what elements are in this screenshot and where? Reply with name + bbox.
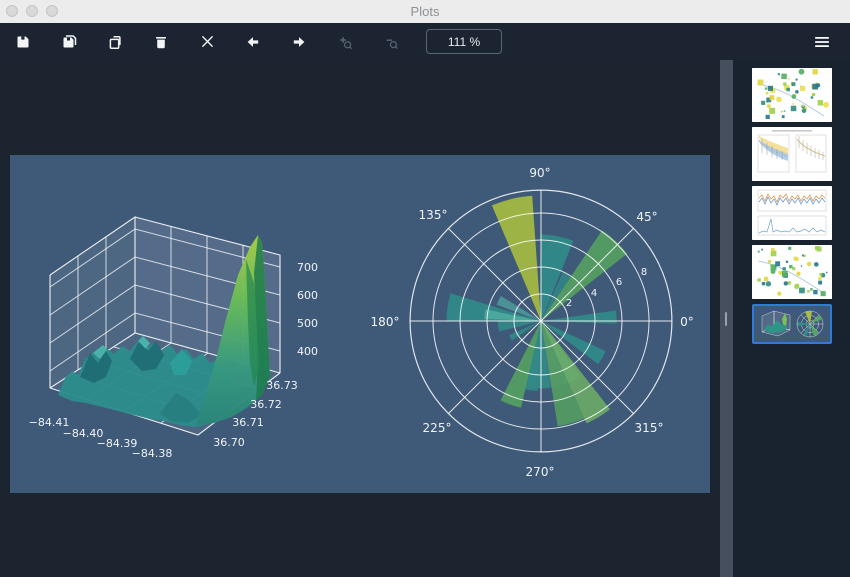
angle-label: 0° [680, 315, 694, 329]
radial-tick-label: 2 [566, 298, 572, 309]
radial-tick-label: 6 [616, 277, 622, 288]
trash-icon [153, 34, 169, 50]
angle-label: 225° [423, 421, 452, 435]
angle-label: 315° [635, 421, 664, 435]
zoom-out-button[interactable] [368, 23, 414, 60]
plot-thumbnail-error-bands[interactable] [752, 127, 832, 181]
current-plot-image: 700 600 500 400 36.73 36.72 36.71 36.70 … [10, 155, 710, 493]
window-title: Plots [0, 0, 850, 23]
window-titlebar: Plots [0, 0, 850, 23]
angle-label: 135° [419, 208, 448, 222]
copy-button[interactable] [92, 23, 138, 60]
y-tick-label: 36.73 [266, 379, 298, 392]
next-plot-button[interactable] [276, 23, 322, 60]
copy-icon [107, 34, 123, 50]
floppy-multiple-icon [61, 33, 78, 50]
zoom-level-input[interactable] [426, 29, 502, 54]
y-tick-label: 36.72 [250, 398, 282, 411]
zoom-in-icon [337, 34, 353, 50]
y-tick-label: 36.71 [232, 416, 264, 429]
polar-bar-plot: 0° 45° 90° 135° 180° 225° 270° 315° 2 4 … [370, 155, 710, 485]
error-band-thumbnail-image [752, 127, 832, 181]
delete-all-button[interactable] [184, 23, 230, 60]
menu-button[interactable] [807, 27, 837, 57]
pane-divider[interactable] [720, 60, 733, 577]
y-tick-label: 36.70 [213, 436, 245, 449]
angle-label: 90° [529, 166, 550, 180]
delete-button[interactable] [138, 23, 184, 60]
zoom-in-button[interactable] [322, 23, 368, 60]
plot-thumbnail-scatter-2[interactable] [752, 245, 832, 299]
zoom-out-icon [383, 34, 399, 50]
save-all-button[interactable] [46, 23, 92, 60]
time-series-thumbnail-image [752, 186, 832, 240]
radial-tick-label: 8 [641, 267, 647, 278]
plot-thumbnail-selected[interactable] [752, 304, 832, 344]
x-tick-label: −84.38 [132, 447, 173, 460]
floppy-icon [15, 34, 31, 50]
angle-label: 180° [371, 315, 400, 329]
content-area: 700 600 500 400 36.73 36.72 36.71 36.70 … [0, 60, 850, 577]
plots-window: Plots [0, 0, 850, 577]
plot-thumbnail-scatter-1[interactable] [752, 68, 832, 122]
z-tick-label: 600 [297, 289, 318, 302]
previous-plot-button[interactable] [230, 23, 276, 60]
arrow-left-icon [245, 34, 261, 50]
z-tick-label: 400 [297, 345, 318, 358]
save-button[interactable] [0, 23, 46, 60]
thumbnail-sidebar [733, 60, 850, 577]
scatter-thumbnail-image [752, 245, 832, 299]
angle-label: 45° [636, 210, 657, 224]
arrow-right-icon [291, 34, 307, 50]
radial-tick-label: 4 [591, 288, 597, 299]
scatter-thumbnail-image [752, 68, 832, 122]
hamburger-menu-icon [814, 35, 830, 49]
angle-label: 270° [526, 465, 555, 479]
plot-canvas: 700 600 500 400 36.73 36.72 36.71 36.70 … [0, 60, 720, 577]
z-tick-label: 700 [297, 261, 318, 274]
plot-thumbnail-time-series[interactable] [752, 186, 832, 240]
surface-3d-plot: 700 600 500 400 36.73 36.72 36.71 36.70 … [10, 163, 350, 493]
close-x-icon [200, 34, 215, 49]
toolbar [0, 23, 850, 60]
divider-drag-handle[interactable] [725, 312, 727, 326]
z-tick-label: 500 [297, 317, 318, 330]
surface-polar-thumbnail-image [754, 306, 830, 342]
